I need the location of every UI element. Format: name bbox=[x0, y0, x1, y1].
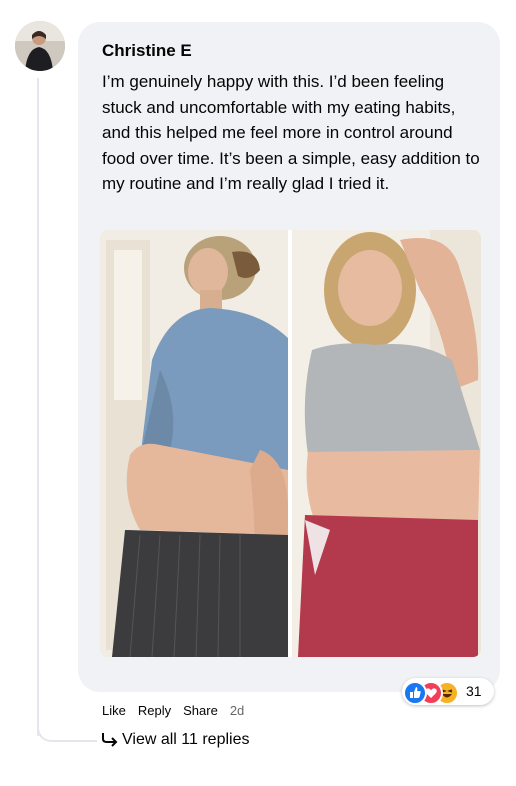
reactions-summary[interactable]: 31 bbox=[402, 678, 494, 705]
comment-author[interactable]: Christine E bbox=[102, 41, 192, 61]
view-replies-link[interactable]: View all 11 replies bbox=[100, 731, 249, 749]
comment-actions: Like Reply Share 2d bbox=[102, 703, 256, 718]
avatar[interactable] bbox=[15, 21, 65, 71]
like-icon bbox=[403, 681, 427, 705]
thread-line bbox=[37, 78, 39, 736]
like-button[interactable]: Like bbox=[102, 703, 126, 718]
comment-timestamp[interactable]: 2d bbox=[230, 703, 244, 718]
reply-button[interactable]: Reply bbox=[138, 703, 171, 718]
comment-text: I’m genuinely happy with this. I’d been … bbox=[102, 72, 480, 193]
reaction-count: 31 bbox=[466, 683, 482, 699]
share-button[interactable]: Share bbox=[183, 703, 218, 718]
view-replies-label: View all 11 replies bbox=[122, 731, 250, 748]
before-after-photo[interactable] bbox=[100, 230, 481, 657]
thread-elbow bbox=[37, 716, 97, 742]
reply-arrow-icon bbox=[102, 733, 118, 747]
